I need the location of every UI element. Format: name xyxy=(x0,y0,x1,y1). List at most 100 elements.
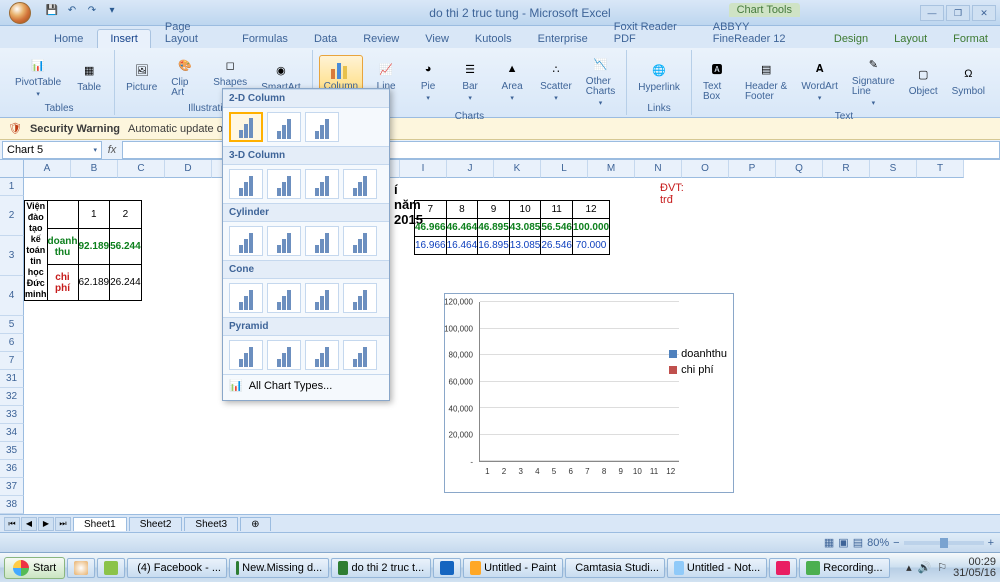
volume-icon[interactable]: 🔊 xyxy=(918,561,932,574)
tray-expand-icon[interactable]: ▴ xyxy=(906,561,912,574)
sheet-nav-next[interactable]: ▶ xyxy=(38,517,54,531)
task-item[interactable]: Untitled - Paint xyxy=(463,558,563,578)
zoom-thumb[interactable] xyxy=(940,538,948,548)
object-button[interactable]: ▢Object xyxy=(904,60,943,100)
chart-type-option[interactable] xyxy=(305,169,339,199)
column-header[interactable]: Q xyxy=(776,160,823,178)
column-header[interactable]: I xyxy=(400,160,447,178)
column-header[interactable]: D xyxy=(165,160,212,178)
row-header[interactable]: 35 xyxy=(0,442,24,460)
task-item[interactable] xyxy=(769,558,797,578)
chart-type-option[interactable] xyxy=(343,340,377,370)
row-header[interactable]: 33 xyxy=(0,406,24,424)
chart-type-option[interactable] xyxy=(229,169,263,199)
chart-type-option[interactable] xyxy=(305,226,339,256)
row-header[interactable]: 5 xyxy=(0,316,24,334)
chart-type-option[interactable] xyxy=(305,283,339,313)
other-charts-button[interactable]: 📉Other Charts▾ xyxy=(581,50,620,110)
row-header[interactable]: 4 xyxy=(0,276,24,316)
task-item[interactable]: Recording... xyxy=(799,558,889,578)
fx-icon[interactable]: fx xyxy=(102,144,122,156)
column-header[interactable]: L xyxy=(541,160,588,178)
task-item[interactable]: Untitled - Not... xyxy=(667,558,767,578)
bar-chart-button[interactable]: ☰Bar▾ xyxy=(451,55,489,105)
task-item[interactable]: Camtasia Studi... xyxy=(565,558,665,578)
row-header[interactable]: 36 xyxy=(0,460,24,478)
chevron-down-icon[interactable]: ▾ xyxy=(93,146,97,154)
column-header[interactable]: A xyxy=(24,160,71,178)
new-sheet-tab[interactable]: ⊕ xyxy=(240,517,270,531)
zoom-slider[interactable] xyxy=(904,541,984,545)
tab-format[interactable]: Format xyxy=(941,30,1000,48)
task-item[interactable]: do thi 2 truc t... xyxy=(331,558,431,578)
header-footer-button[interactable]: ▤Header & Footer xyxy=(740,55,792,105)
chart-type-option[interactable] xyxy=(343,283,377,313)
all-chart-types-button[interactable]: 📊All Chart Types... xyxy=(223,374,389,396)
redo-icon[interactable]: ↷ xyxy=(84,5,100,21)
tab-enterprise[interactable]: Enterprise xyxy=(526,30,600,48)
picture-button[interactable]: 🖼Picture xyxy=(121,56,162,96)
clock[interactable]: 00:2931/05/16 xyxy=(953,557,996,579)
column-header[interactable]: O xyxy=(682,160,729,178)
column-header[interactable]: N xyxy=(635,160,682,178)
zoom-out-button[interactable]: − xyxy=(893,537,899,549)
column-header[interactable]: C xyxy=(118,160,165,178)
zoom-in-button[interactable]: + xyxy=(988,537,994,549)
tab-foxit[interactable]: Foxit Reader PDF xyxy=(602,18,699,48)
row-header[interactable]: 3 xyxy=(0,236,24,276)
view-break-icon[interactable]: ▤ xyxy=(853,536,863,549)
sheet-nav-last[interactable]: ⏭ xyxy=(55,517,71,531)
column-header[interactable]: M xyxy=(588,160,635,178)
close-button[interactable]: ✕ xyxy=(972,5,996,21)
save-icon[interactable]: 💾 xyxy=(44,5,60,21)
sheet-nav-prev[interactable]: ◀ xyxy=(21,517,37,531)
chart-type-option[interactable] xyxy=(267,226,301,256)
chart-type-option[interactable] xyxy=(229,112,263,142)
sheet-tab[interactable]: Sheet3 xyxy=(184,517,238,531)
column-header[interactable]: T xyxy=(917,160,964,178)
wordart-button[interactable]: 𝐀WordArt▾ xyxy=(796,55,843,105)
view-layout-icon[interactable]: ▣ xyxy=(838,536,848,549)
embedded-chart[interactable]: -20,00040,00060,00080,000100,000120,000 … xyxy=(444,293,734,493)
chart-type-option[interactable] xyxy=(305,340,339,370)
pivottable-button[interactable]: 📊PivotTable▾ xyxy=(10,51,66,101)
restore-button[interactable]: ❐ xyxy=(946,5,970,21)
row-header[interactable]: 6 xyxy=(0,334,24,352)
chart-type-option[interactable] xyxy=(343,169,377,199)
tab-insert[interactable]: Insert xyxy=(97,29,151,48)
column-header[interactable]: R xyxy=(823,160,870,178)
tab-review[interactable]: Review xyxy=(351,30,411,48)
zoom-label[interactable]: 80% xyxy=(867,537,889,549)
qat-more-icon[interactable]: ▾ xyxy=(104,5,120,21)
start-button[interactable]: Start xyxy=(4,557,65,579)
sheet-nav-first[interactable]: ⏮ xyxy=(4,517,20,531)
column-header[interactable]: K xyxy=(494,160,541,178)
textbox-button[interactable]: 🅰Text Box xyxy=(698,55,736,105)
chart-type-option[interactable] xyxy=(267,112,301,142)
tab-page-layout[interactable]: Page Layout xyxy=(153,18,228,48)
tab-abbyy[interactable]: ABBYY FineReader 12 xyxy=(701,18,818,48)
chart-type-option[interactable] xyxy=(229,340,263,370)
tab-formulas[interactable]: Formulas xyxy=(230,30,300,48)
row-header[interactable]: 34 xyxy=(0,424,24,442)
sheet-tab[interactable]: Sheet1 xyxy=(73,517,127,531)
tab-design[interactable]: Design xyxy=(822,30,880,48)
office-button[interactable] xyxy=(2,0,38,26)
tab-data[interactable]: Data xyxy=(302,30,349,48)
pie-chart-button[interactable]: ◕Pie▾ xyxy=(409,55,447,105)
row-header[interactable]: 32 xyxy=(0,388,24,406)
chart-type-option[interactable] xyxy=(267,340,301,370)
chart-type-option[interactable] xyxy=(229,283,263,313)
task-item[interactable] xyxy=(433,558,461,578)
task-chrome[interactable] xyxy=(67,558,95,578)
minimize-button[interactable]: — xyxy=(920,5,944,21)
row-header[interactable]: 2 xyxy=(0,196,24,236)
row-header[interactable]: 31 xyxy=(0,370,24,388)
tab-view[interactable]: View xyxy=(413,30,461,48)
row-header[interactable]: 1 xyxy=(0,178,24,196)
chart-type-option[interactable] xyxy=(229,226,263,256)
signature-button[interactable]: ✎Signature Line▾ xyxy=(847,50,900,110)
sheet-tab[interactable]: Sheet2 xyxy=(129,517,183,531)
task-item[interactable]: New.Missing d... xyxy=(229,558,329,578)
tab-kutools[interactable]: Kutools xyxy=(463,30,524,48)
